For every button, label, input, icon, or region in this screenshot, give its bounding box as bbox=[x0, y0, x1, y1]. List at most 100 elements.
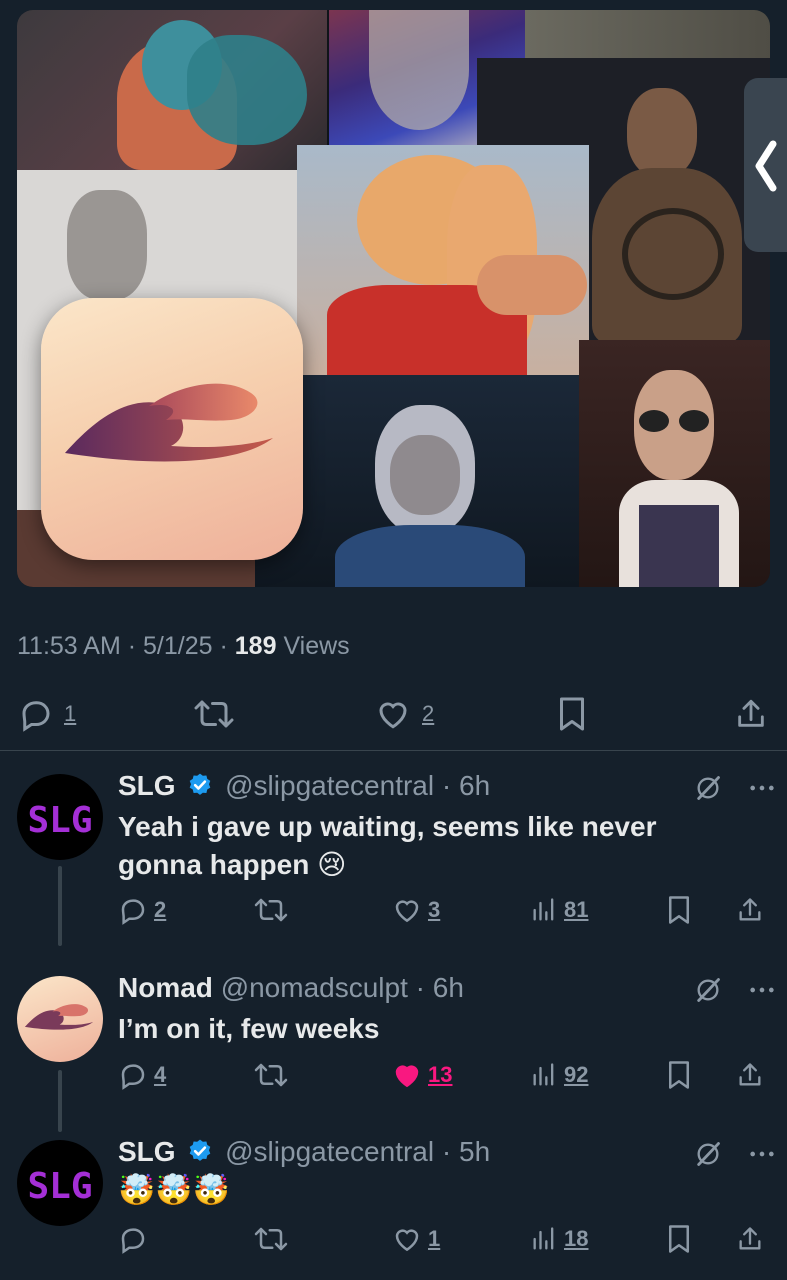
avatar[interactable] bbox=[17, 976, 103, 1062]
media-tile-anime-girl bbox=[297, 145, 589, 375]
share-button[interactable] bbox=[736, 1224, 764, 1254]
handle[interactable]: @slipgatecentral bbox=[225, 770, 434, 801]
verified-icon bbox=[190, 1139, 211, 1161]
bookmark-button[interactable] bbox=[666, 1060, 692, 1090]
reply-action-bar: 2 3 81 bbox=[118, 895, 768, 935]
reply-icon bbox=[121, 1064, 145, 1090]
reply-text: I’m on it, few weeks bbox=[118, 1013, 380, 1044]
bookmark-icon bbox=[669, 1061, 689, 1089]
grok-icon[interactable] bbox=[694, 1140, 722, 1168]
views-button[interactable]: 18 bbox=[530, 1224, 588, 1254]
share-icon bbox=[738, 699, 764, 727]
views-button[interactable]: 81 bbox=[530, 895, 588, 925]
reply-header: SLG @slipgatecentral · 6h bbox=[118, 770, 491, 801]
reply-button[interactable]: 2 bbox=[118, 895, 166, 925]
bookmark-icon bbox=[669, 1225, 689, 1253]
side-panel-tab[interactable] bbox=[744, 78, 787, 252]
bookmark-icon bbox=[669, 896, 689, 924]
like-icon bbox=[379, 702, 407, 729]
divider bbox=[0, 750, 787, 751]
more-icon[interactable] bbox=[748, 774, 776, 802]
media-tile-goggle-man bbox=[579, 340, 770, 587]
reply-action-bar: 1 18 bbox=[118, 1224, 768, 1264]
svg-text:SLG: SLG bbox=[27, 1166, 92, 1207]
retweet-icon bbox=[254, 1063, 288, 1087]
reply-button[interactable]: 4 bbox=[118, 1060, 166, 1090]
share-icon bbox=[739, 1063, 761, 1086]
media-tile-silver-hair-woman bbox=[255, 375, 579, 587]
reply-text: Yeah i gave up waiting, seems like never… bbox=[118, 811, 657, 880]
reply-tweet[interactable]: Nomad @nomadsculpt · 6h I’m on it, few w… bbox=[0, 972, 787, 1132]
bookmark-button[interactable] bbox=[666, 1224, 692, 1254]
views-icon bbox=[533, 1063, 554, 1086]
reply-button[interactable]: 1 bbox=[18, 696, 76, 732]
display-name[interactable]: SLG bbox=[118, 1136, 176, 1167]
views-icon bbox=[533, 898, 554, 921]
timestamp[interactable]: 6h bbox=[459, 770, 490, 801]
like-icon bbox=[395, 900, 419, 923]
views-label: Views bbox=[283, 632, 350, 660]
reply-top-icons bbox=[694, 1140, 776, 1168]
bookmark-button[interactable] bbox=[666, 895, 692, 925]
like-icon bbox=[395, 1229, 419, 1252]
retweet-button[interactable] bbox=[254, 895, 288, 925]
thread-line bbox=[58, 1070, 62, 1132]
retweet-button[interactable] bbox=[254, 1224, 288, 1254]
reply-icon bbox=[121, 899, 145, 925]
retweet-button[interactable] bbox=[194, 696, 234, 732]
post-time: 11:53 AM bbox=[17, 632, 121, 660]
reply-tweet[interactable]: SLG SLG @slipgatecentral · 5h 🤯🤯🤯 1 18 bbox=[0, 1136, 787, 1276]
display-name[interactable]: SLG bbox=[118, 770, 176, 801]
like-button[interactable]: 2 bbox=[374, 696, 434, 732]
avatar[interactable]: SLG bbox=[17, 1140, 103, 1226]
views-icon bbox=[533, 1227, 554, 1250]
reply-text: 🤯🤯🤯 bbox=[118, 1174, 231, 1207]
retweet-button[interactable] bbox=[254, 1060, 288, 1090]
reply-header: Nomad @nomadsculpt · 6h bbox=[118, 972, 464, 1003]
handle[interactable]: @nomadsculpt bbox=[221, 972, 408, 1003]
reply-icon bbox=[22, 701, 50, 732]
views-count: 189 bbox=[234, 632, 277, 660]
timestamp[interactable]: 6h bbox=[433, 972, 464, 1003]
reply-action-bar: 4 13 92 bbox=[118, 1060, 768, 1100]
post-date: 5/1/25 bbox=[143, 632, 213, 660]
retweet-icon bbox=[194, 700, 234, 728]
bookmark-button[interactable] bbox=[556, 696, 588, 732]
nomad-app-icon bbox=[41, 298, 303, 560]
share-button[interactable] bbox=[734, 696, 768, 732]
views-button[interactable]: 92 bbox=[530, 1060, 588, 1090]
share-icon bbox=[739, 1227, 761, 1250]
retweet-icon bbox=[254, 1227, 288, 1251]
reply-header: SLG @slipgatecentral · 5h bbox=[118, 1136, 491, 1167]
post-meta: 11:53 AM · 5/1/25 · 189 Views bbox=[17, 632, 350, 660]
share-button[interactable] bbox=[736, 1060, 764, 1090]
share-icon bbox=[739, 898, 761, 921]
reply-button[interactable] bbox=[118, 1224, 154, 1254]
reply-tweet[interactable]: SLG SLG @slipgatecentral · 6h Yeah i gav… bbox=[0, 770, 787, 950]
grok-icon[interactable] bbox=[694, 976, 722, 1004]
bookmark-icon bbox=[560, 697, 584, 731]
more-icon[interactable] bbox=[748, 1140, 776, 1168]
reply-top-icons bbox=[694, 976, 776, 1004]
chevron-left-icon bbox=[755, 140, 777, 192]
media-tile-winged-figure bbox=[17, 10, 327, 170]
like-button[interactable]: 1 bbox=[392, 1224, 440, 1254]
display-name[interactable]: Nomad bbox=[118, 972, 213, 1003]
like-button[interactable]: 3 bbox=[392, 895, 440, 925]
media-tile-sculpt-top bbox=[525, 10, 770, 58]
handle[interactable]: @slipgatecentral bbox=[225, 1136, 434, 1167]
svg-text:SLG: SLG bbox=[27, 800, 92, 841]
retweet-icon bbox=[254, 898, 288, 922]
post-action-bar: 1 2 bbox=[0, 688, 787, 738]
verified-icon bbox=[190, 773, 211, 795]
grok-icon[interactable] bbox=[694, 774, 722, 802]
reply-top-icons bbox=[694, 774, 776, 802]
more-icon[interactable] bbox=[748, 976, 776, 1004]
reply-icon bbox=[121, 1228, 145, 1254]
avatar[interactable]: SLG bbox=[17, 774, 103, 860]
share-button[interactable] bbox=[736, 895, 764, 925]
like-icon bbox=[395, 1065, 419, 1088]
like-button[interactable]: 13 bbox=[392, 1060, 452, 1090]
thread-line bbox=[58, 866, 62, 946]
timestamp[interactable]: 5h bbox=[459, 1136, 490, 1167]
